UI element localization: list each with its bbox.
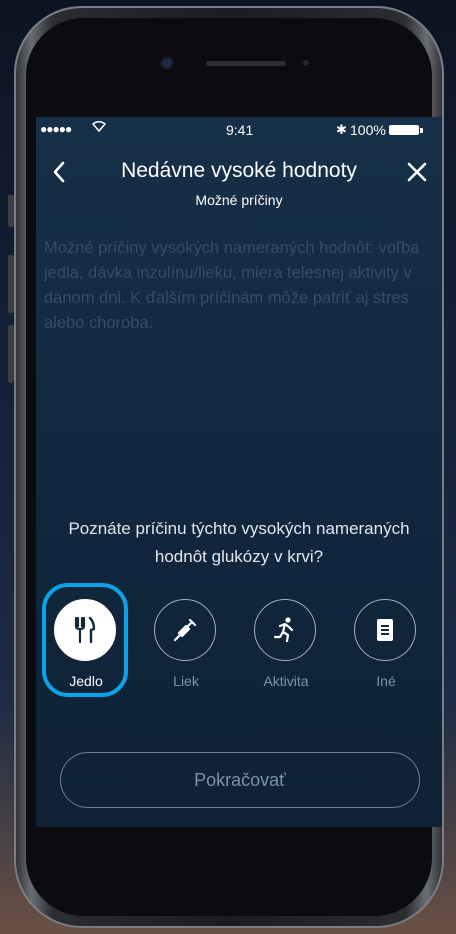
syringe-icon xyxy=(173,618,197,642)
status-bar: ●●●●● 9:41 ✱ 100% xyxy=(36,117,442,143)
mute-switch xyxy=(8,195,14,227)
volume-up-button xyxy=(8,255,14,313)
option-other-circle xyxy=(354,599,416,661)
status-time: 9:41 xyxy=(226,122,254,138)
option-medication-label: Liek xyxy=(173,673,199,689)
front-camera xyxy=(162,58,172,68)
cause-question: Poznáte príčinu týchto vysokých nameraný… xyxy=(68,519,410,566)
earpiece-speaker xyxy=(206,61,286,66)
option-other[interactable]: Iné xyxy=(336,583,436,703)
battery-tip xyxy=(420,128,423,133)
app-screen: ●●●●● 9:41 ✱ 100% Nedávne vysoké hodnoty… xyxy=(36,117,442,827)
fork-knife-icon xyxy=(74,616,96,644)
option-medication[interactable]: Liek xyxy=(136,583,236,703)
battery-icon xyxy=(389,125,419,135)
running-icon xyxy=(273,617,294,643)
continue-button[interactable]: Pokračovať xyxy=(60,752,420,808)
option-food[interactable]: Jedlo xyxy=(36,583,136,703)
page-title: Nedávne vysoké hodnoty xyxy=(121,159,357,182)
cause-options: Jedlo Liek Aktivita Iné xyxy=(36,583,442,703)
document-icon xyxy=(377,619,393,641)
close-icon xyxy=(407,162,427,182)
option-food-circle xyxy=(54,599,116,661)
page-subtitle: Možné príčiny xyxy=(195,192,283,208)
battery-percent: 100% xyxy=(350,122,386,138)
option-food-label: Jedlo xyxy=(69,673,103,689)
wifi-icon xyxy=(91,120,107,135)
cause-description: Možné príčiny vysokých nameraných hodnôt… xyxy=(44,239,420,332)
chevron-left-icon xyxy=(53,161,65,183)
close-button[interactable] xyxy=(404,155,430,189)
back-button[interactable] xyxy=(52,155,72,189)
option-activity-label: Aktivita xyxy=(263,673,309,689)
volume-down-button xyxy=(8,325,14,383)
option-other-label: Iné xyxy=(376,673,396,689)
bluetooth-icon: ✱ xyxy=(336,122,347,137)
option-medication-circle xyxy=(154,599,216,661)
proximity-sensor xyxy=(303,60,309,66)
option-activity-circle xyxy=(254,599,316,661)
signal-strength: ●●●●● xyxy=(40,122,72,136)
option-activity[interactable]: Aktivita xyxy=(236,583,336,703)
